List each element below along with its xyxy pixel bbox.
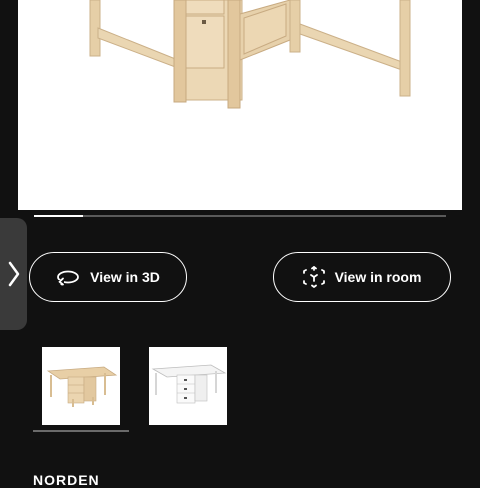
view-in-room-label: View in room xyxy=(334,269,422,285)
selected-thumbnail-indicator xyxy=(33,430,129,432)
gallery-progress-fill xyxy=(34,215,84,217)
view-in-3d-label: View in 3D xyxy=(90,269,160,285)
ar-scan-icon xyxy=(302,266,325,288)
white-table-thumbnail xyxy=(151,364,227,404)
thumbnail-birch[interactable] xyxy=(42,347,120,425)
gateleg-table-illustration xyxy=(89,0,411,109)
product-hero-image[interactable] xyxy=(18,0,462,210)
view-in-3d-button[interactable]: View in 3D xyxy=(29,252,187,302)
side-drawer-tab[interactable] xyxy=(0,218,27,330)
view-in-room-button[interactable]: View in room xyxy=(273,252,451,302)
thumbnail-white[interactable] xyxy=(149,347,227,425)
birch-table-thumbnail xyxy=(46,366,118,407)
rotate-3d-icon xyxy=(56,267,80,287)
chevron-right-icon xyxy=(8,261,19,287)
gallery-progress-track xyxy=(34,215,446,217)
product-name: NORDEN xyxy=(33,472,100,488)
